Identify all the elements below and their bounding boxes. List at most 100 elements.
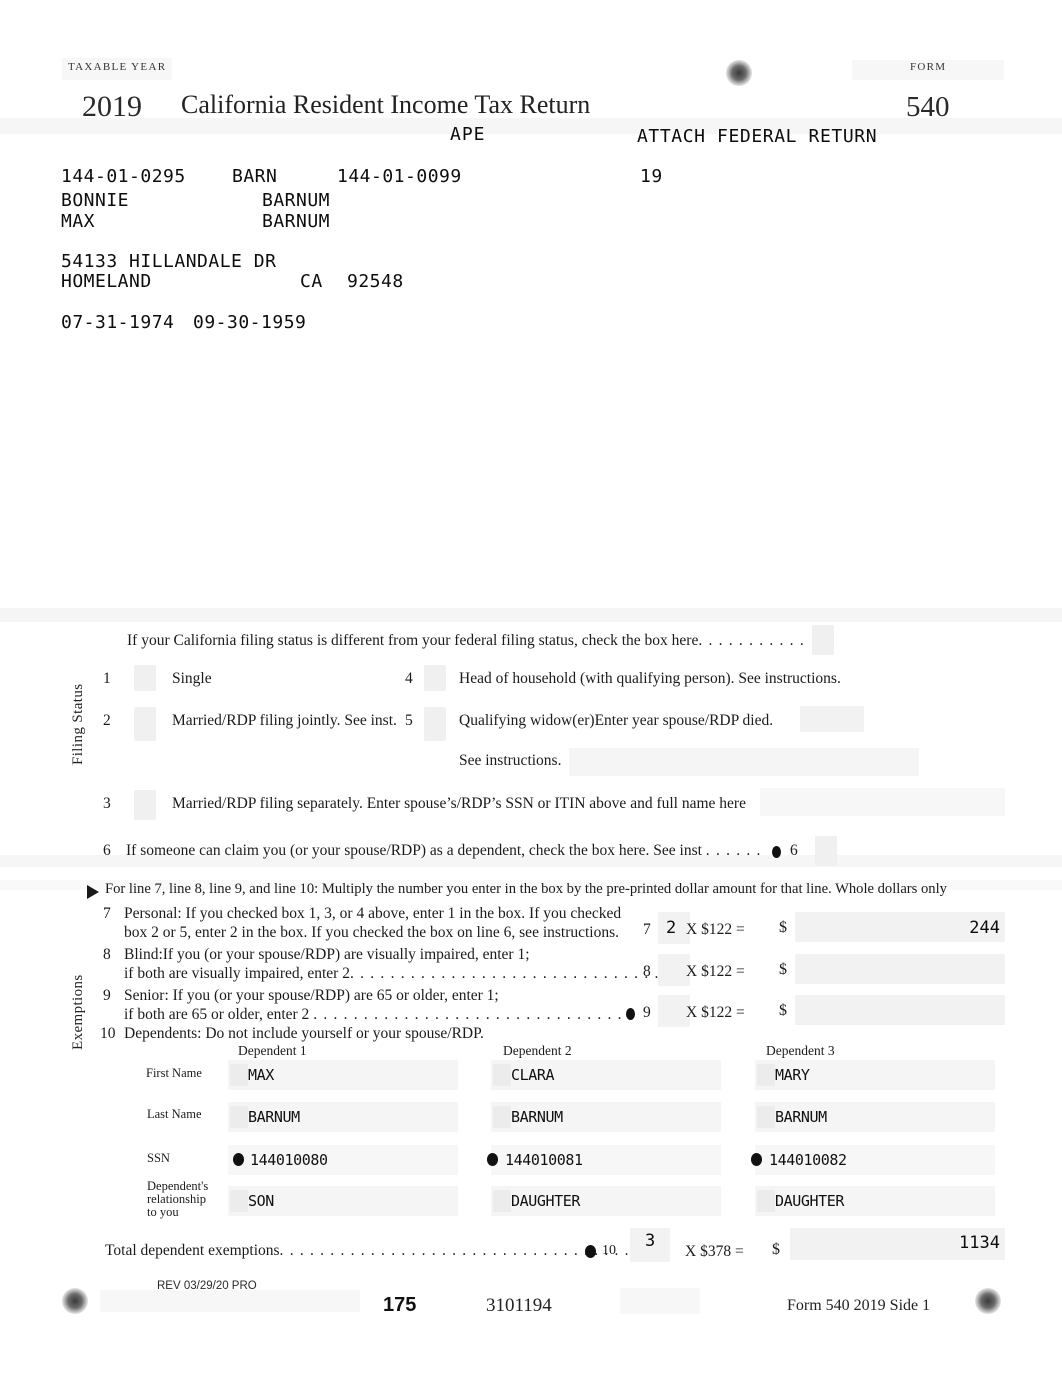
filing-status-checkbox-4[interactable]	[424, 665, 446, 691]
line9-amount-box[interactable]	[795, 995, 1005, 1025]
street-address: 54133 HILLANDALE DR	[61, 251, 277, 272]
dependent-row-label-relationship-l3: to you	[147, 1205, 179, 1219]
spouse-dob: 09-30-1959	[193, 312, 307, 333]
dep2-ssn: 144010081	[505, 1151, 583, 1169]
exemptions-section-label: Exemptions	[70, 974, 86, 1050]
filing-status-checkbox-3[interactable]	[134, 790, 156, 820]
line9-dollar-sign: $	[779, 1002, 787, 1019]
line10-text: Dependents: Do not include yourself or y…	[124, 1025, 484, 1042]
zip-code: 92548	[347, 271, 404, 292]
line7-text-line1: Personal: If you checked box 1, 3, or 4 …	[124, 905, 622, 922]
primary-dob: 07-31-1974	[61, 312, 175, 333]
line10-num: 10	[100, 1025, 116, 1042]
city: HOMELAND	[61, 271, 152, 292]
line7-multiplier: X $122 =	[686, 921, 745, 938]
filing-status-differs-dots: . . . . . . . . . . .	[698, 632, 805, 649]
dep1-relationship: SON	[248, 1192, 274, 1210]
filing-status-checkbox-5[interactable]	[424, 707, 446, 741]
dep1-ssn: 144010080	[250, 1151, 328, 1169]
filing-status-num-1: 1	[103, 670, 111, 687]
filing-status-label-2[interactable]: Married/RDP filing jointly. See inst.	[172, 712, 397, 730]
form-title: California Resident Income Tax Return	[181, 90, 591, 119]
total-dependent-exemptions-label: Total dependent exemptions. . . . . . . …	[105, 1242, 630, 1260]
line9-num: 9	[103, 987, 111, 1004]
filing-status-checkbox-2[interactable]	[134, 707, 156, 741]
primary-ssn: 144-01-0295	[61, 166, 186, 187]
line8-num: 8	[103, 946, 111, 963]
line9-ref: 9	[643, 1004, 651, 1021]
dep2-relationship-marker	[493, 1190, 511, 1212]
line7-num: 7	[103, 905, 111, 922]
dep3-relationship: DAUGHTER	[775, 1192, 845, 1210]
line8-amount-box[interactable]	[795, 954, 1005, 984]
total-ref: 10	[602, 1243, 616, 1258]
line6-bullet-icon	[772, 846, 781, 858]
dependent-row-label-last-name: Last Name	[147, 1107, 202, 1121]
dep3-relationship-marker	[757, 1190, 775, 1212]
dep1-first-name-marker	[230, 1064, 248, 1086]
spouse-ssn: 144-01-0099	[337, 166, 462, 187]
attach-federal-return-note: ATTACH FEDERAL RETURN	[637, 126, 878, 147]
total-multiplier: X $378 =	[685, 1243, 744, 1260]
dep3-last-name: BARNUM	[775, 1108, 827, 1126]
see-instructions-note: See instructions.	[459, 752, 562, 769]
line7-dollar-sign: $	[779, 919, 787, 936]
total-amount: 1134	[959, 1233, 1000, 1253]
dep3-ssn: 144010082	[769, 1151, 847, 1169]
filing-status-label-3[interactable]: Married/RDP filing separately. Enter spo…	[172, 795, 746, 813]
footer-code-left: 175	[383, 1294, 417, 1316]
taxable-year-label: TAXABLE YEAR	[68, 61, 167, 73]
line7-count: 2	[666, 918, 677, 938]
attach-code: 19	[640, 166, 663, 187]
filing-status-num-3: 3	[103, 795, 111, 812]
filing-status-label-5[interactable]: Qualifying widow(er)Enter year spouse/RD…	[459, 712, 773, 730]
footer-shade-center	[620, 1288, 700, 1314]
filing-status-label-4[interactable]: Head of household (with qualifying perso…	[459, 670, 841, 688]
line6-text-main: If someone can claim you (or your spouse…	[126, 842, 702, 859]
line6-ref: 6	[790, 842, 798, 859]
line8-dots: . . . . . . . . . . . . . . . . . . . . …	[349, 965, 660, 982]
year-spouse-died-field[interactable]	[800, 706, 864, 732]
registration-mark-top	[726, 60, 752, 86]
filing-status-num-2: 2	[103, 712, 111, 729]
total-label-text: Total dependent exemptions	[105, 1242, 280, 1259]
primary-first-name: BONNIE	[61, 190, 130, 211]
line6-num: 6	[103, 842, 111, 859]
form-number: 540	[906, 91, 950, 123]
total-count: 3	[645, 1231, 656, 1251]
dep3-first-name-marker	[757, 1064, 775, 1086]
line8-multiplier: X $122 =	[686, 963, 745, 980]
dep2-last-name: BARNUM	[511, 1108, 563, 1126]
registration-mark-bottom-left	[62, 1288, 88, 1314]
dep3-first-name: MARY	[775, 1066, 810, 1084]
dep2-last-name-marker	[493, 1106, 511, 1128]
dep2-first-name-marker	[493, 1064, 511, 1086]
triangle-arrow-icon	[87, 885, 99, 899]
dependent-column-header-2: Dependent 2	[503, 1043, 572, 1058]
registration-mark-bottom-right	[975, 1288, 1001, 1314]
dep2-relationship: DAUGHTER	[511, 1192, 581, 1210]
dep3-ssn-bullet-icon	[751, 1153, 762, 1166]
filing-status-differs-checkbox[interactable]	[812, 625, 834, 655]
spouse-name-field[interactable]	[760, 788, 1005, 816]
dep1-relationship-marker	[230, 1190, 248, 1212]
ape-code: APE	[450, 124, 486, 145]
state: CA	[300, 271, 323, 292]
spouse-last-name: BARNUM	[262, 211, 331, 232]
filing-status-label-1[interactable]: Single	[172, 670, 212, 688]
line9-dots: . . . . . . . . . . . . . . . . . . . . …	[313, 1006, 633, 1023]
filing-status-num-5: 5	[405, 712, 413, 729]
dependent-column-header-1: Dependent 1	[238, 1043, 307, 1058]
line8-dollar-sign: $	[779, 961, 787, 978]
line8-text-line1: Blind:If you (or your spouse/RDP) are vi…	[124, 946, 530, 963]
name-control-code: BARN	[232, 166, 278, 187]
filing-status-checkbox-1[interactable]	[134, 665, 156, 691]
dependent-row-label-first-name: First Name	[146, 1066, 202, 1080]
line6-checkbox[interactable]	[815, 836, 837, 866]
dep1-first-name: MAX	[248, 1066, 274, 1084]
dependent-row-label-ssn: SSN	[147, 1151, 170, 1165]
tax-year: 2019	[82, 90, 142, 123]
dep2-first-name: CLARA	[511, 1066, 555, 1084]
dep1-ssn-bullet-icon	[233, 1153, 244, 1166]
see-instructions-field[interactable]	[569, 748, 919, 776]
